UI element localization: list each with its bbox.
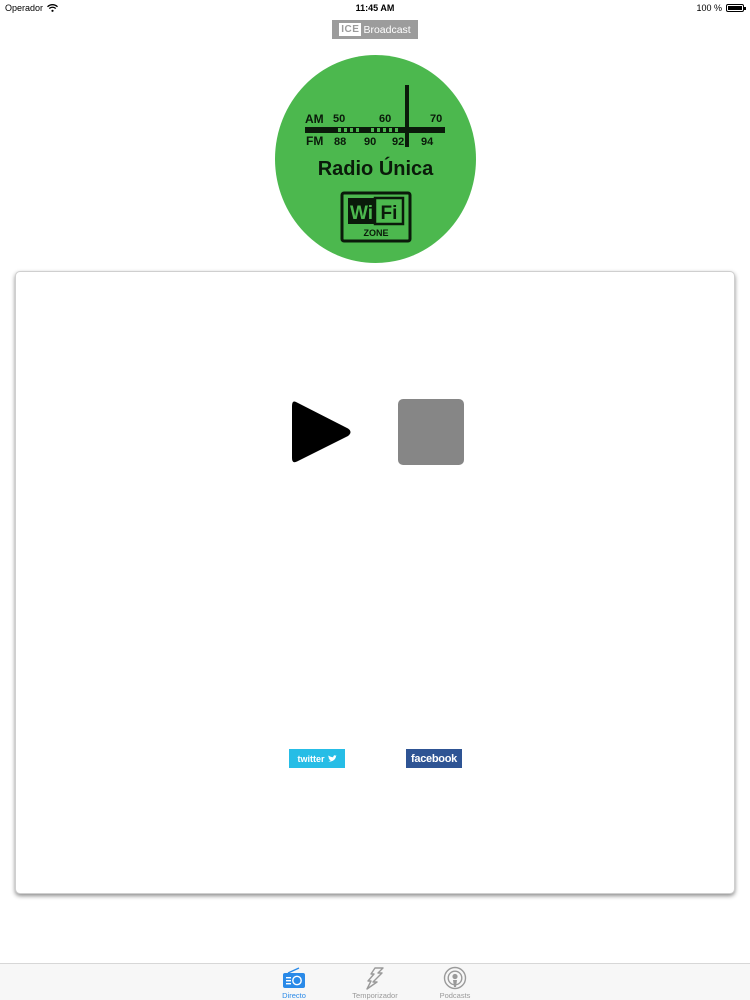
wifi-zone-text: ZONE [363,228,388,238]
facebook-button[interactable]: facebook [406,749,462,768]
wifi-left-text: Wi [350,203,373,224]
podcasts-icon [443,966,467,990]
brand-logo: ICE Broadcast [332,20,418,39]
twitter-bird-icon [327,754,337,762]
tab-temporizador[interactable]: Temporizador [335,966,415,1000]
status-time: 11:45 AM [355,3,395,13]
tab-directo-label: Directo [282,991,306,1000]
radio-icon [283,967,305,988]
tab-bar: Directo Temporizador Podcasts [0,963,750,1000]
play-icon [292,401,351,463]
status-bar: Operador 11:45 AM 100 % [0,0,750,16]
stop-button[interactable] [398,399,464,465]
twitter-button[interactable]: twitter [289,749,345,768]
facebook-label: facebook [411,752,457,765]
timer-icon [366,967,384,990]
fm-tick-88: 88 [334,136,346,148]
station-name: Radio Única [318,156,434,180]
am-label: AM [305,112,324,126]
player-card: twitter facebook [15,271,735,894]
brand-mark: ICE [339,23,362,36]
battery-icon [726,4,746,12]
fm-label: FM [306,134,323,148]
am-tick-70: 70 [430,113,442,125]
battery-group: 100 % [696,3,746,13]
tab-podcasts-label: Podcasts [439,991,471,1000]
station-logo: AM 50 60 70 FM 88 90 92 94 Radio Única W… [275,55,476,263]
wifi-right-text: Fi [381,203,398,224]
fm-tick-94: 94 [421,136,434,148]
radio-dial-graphic: AM 50 60 70 FM 88 90 92 94 Radio Única W… [305,85,445,243]
tab-directo[interactable]: Directo [254,966,334,1000]
play-button[interactable] [290,398,354,466]
tab-podcasts[interactable]: Podcasts [415,966,495,1000]
am-tick-60: 60 [379,113,391,125]
battery-label: 100 % [696,3,722,13]
fm-tick-92: 92 [392,136,404,148]
tab-temporizador-label: Temporizador [352,991,398,1000]
am-tick-50: 50 [333,113,345,125]
brand-text: Broadcast [363,23,411,36]
fm-tick-90: 90 [364,136,376,148]
twitter-label: twitter [297,753,325,764]
